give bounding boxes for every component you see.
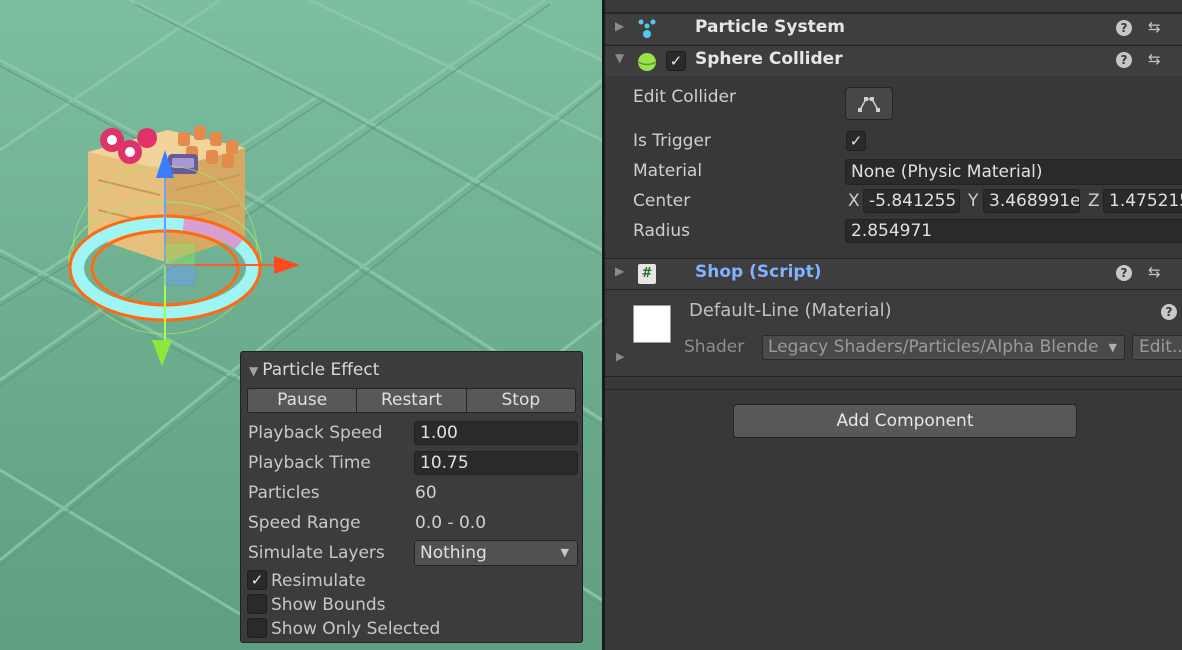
collapse-arrow-icon[interactable]: ▶ [615,264,624,278]
center-label: Center [633,191,691,211]
simulate-layers-dropdown[interactable]: Nothing ▼ [414,540,578,566]
help-icon[interactable]: ? [1116,52,1132,68]
shader-value: Legacy Shaders/Particles/Alpha Blende [768,337,1099,357]
particle-effect-title: Particle Effect [262,360,380,380]
collapse-arrow-icon[interactable]: ▶ [616,350,624,363]
restart-button[interactable]: Restart [357,388,467,413]
center-y-axis-label: Y [968,191,979,211]
playback-time-label: Playback Time [248,453,371,473]
center-x-axis-label: X [848,191,860,211]
edit-collider-button[interactable] [845,87,893,120]
particle-effect-header[interactable]: ▼ Particle Effect [249,360,379,380]
pause-button[interactable]: Pause [247,388,358,413]
show-bounds-checkbox[interactable] [247,594,267,614]
help-icon[interactable]: ? [1161,304,1177,320]
particle-effect-panel: ▼ Particle Effect Pause Restart Stop Play… [240,351,583,643]
particle-system-icon [638,19,656,38]
playback-time-input[interactable]: 10.75 [414,451,578,475]
edit-bounds-icon [858,97,880,112]
material-object-field[interactable]: None (Physic Material) [845,159,1182,185]
sphere-collider-title: Sphere Collider [695,49,843,69]
speed-range-label: Speed Range [248,513,361,533]
chevron-down-icon: ▼ [560,546,569,559]
sphere-collider-header[interactable]: ▼ ✓ Sphere Collider ? ⇆ [605,45,1182,76]
center-z-input[interactable]: 1.475215 [1103,189,1182,213]
preset-icon[interactable]: ⇆ [1148,18,1161,36]
resimulate-label: Resimulate [271,571,366,591]
playback-speed-label: Playback Speed [248,423,383,443]
shader-label: Shader [684,337,745,357]
edit-collider-label: Edit Collider [633,87,737,107]
particle-system-header[interactable]: ▶ Particle System ? ⇆ [605,13,1182,44]
speed-range-value: 0.0 - 0.0 [415,513,487,533]
simulate-layers-label: Simulate Layers [248,543,385,563]
script-icon: # [638,264,656,284]
center-x-input[interactable]: -5.841255 [863,189,960,213]
radius-input[interactable]: 2.854971 [845,219,1182,243]
material-name: Default-Line (Material) [689,300,892,321]
radius-label: Radius [633,221,691,241]
particle-system-title: Particle System [695,17,845,37]
particles-label: Particles [248,483,320,503]
simulate-layers-value: Nothing [420,543,487,563]
inspector-top-strip [605,0,1182,13]
edit-shader-button[interactable]: Edit... [1132,335,1182,360]
section-divider [605,389,1182,390]
help-icon[interactable]: ? [1116,265,1132,281]
show-only-selected-checkbox[interactable] [247,618,267,638]
playback-button-group: Pause Restart Stop [247,388,576,413]
inspector-panel: ▶ Particle System ? ⇆ ▼ ✓ Sphere Collide… [605,0,1182,650]
expand-arrow-icon: ▼ [249,364,259,378]
scene-view[interactable]: ▼ Particle Effect Pause Restart Stop Play… [0,0,602,650]
sphere-collider-icon [637,53,657,71]
particles-value: 60 [415,483,437,503]
chevron-down-icon: ▼ [1108,341,1117,354]
material-label: Material [633,161,703,181]
playback-speed-input[interactable]: 1.00 [414,421,578,445]
add-component-button[interactable]: Add Component [733,404,1077,438]
expand-arrow-icon[interactable]: ▼ [615,51,624,65]
preset-icon[interactable]: ⇆ [1148,263,1161,281]
center-y-input[interactable]: 3.468991e [983,189,1080,213]
material-preview-swatch [633,305,671,343]
shop-script-header[interactable]: ▶ # Shop (Script) ? ⇆ [605,258,1182,289]
stop-button[interactable]: Stop [466,388,576,413]
is-trigger-checkbox[interactable]: ✓ [846,131,866,151]
resimulate-checkbox[interactable]: ✓ [247,570,267,590]
sphere-collider-enabled-checkbox[interactable]: ✓ [666,51,686,71]
show-only-selected-label: Show Only Selected [271,619,441,639]
collapse-arrow-icon[interactable]: ▶ [615,19,624,33]
shop-script-title: Shop (Script) [695,262,822,282]
show-bounds-label: Show Bounds [271,595,386,615]
help-icon[interactable]: ? [1116,20,1132,36]
center-z-axis-label: Z [1088,191,1100,211]
shader-dropdown[interactable]: Legacy Shaders/Particles/Alpha Blende ▼ [762,335,1125,360]
is-trigger-label: Is Trigger [633,131,711,151]
preset-icon[interactable]: ⇆ [1148,50,1161,68]
